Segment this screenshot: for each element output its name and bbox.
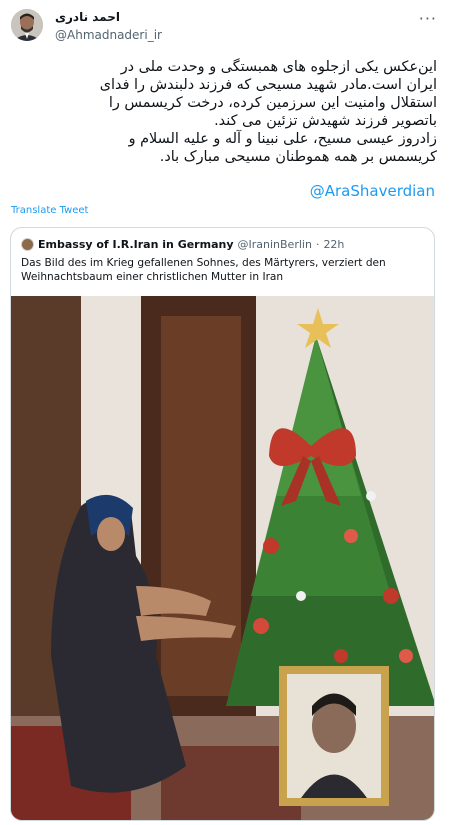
quoted-tweet[interactable]: Embassy of I.R.Iran in Germany @IraninBe… — [10, 227, 435, 821]
tweet-text-line: این‌عکس یکی ازجلوه های همبستگی و وحدت مل… — [120, 59, 437, 75]
more-dots-icon[interactable]: ··· — [419, 9, 437, 28]
quoted-tweet-text: Das Bild des im Krieg gefallenen Sohnes,… — [21, 257, 386, 283]
quoted-author-handle[interactable]: @IraninBerlin — [238, 238, 312, 251]
mention-link[interactable]: @AraShaverdian — [310, 182, 435, 200]
quoted-tweet-time[interactable]: 22h — [323, 238, 344, 251]
tweet-text-line: استقلال وامنیت این سرزمین کرده، درخت کری… — [108, 95, 437, 111]
author-name[interactable]: احمد نادری — [55, 10, 120, 24]
tweet-text-line: کریسمس بر همه هموطنان مسیحی مبارک باد. — [159, 149, 437, 165]
tweet-header: احمد نادری @Ahmadnaderi_ir ··· — [11, 9, 439, 45]
author-handle[interactable]: @Ahmadnaderi_ir — [55, 28, 162, 42]
quoted-author-name[interactable]: Embassy of I.R.Iran in Germany — [38, 238, 234, 251]
dot-separator: · — [315, 237, 320, 251]
quoted-tweet-photo[interactable] — [11, 296, 435, 821]
quoted-tweet-header: Embassy of I.R.Iran in Germany @IraninBe… — [21, 237, 344, 251]
translate-tweet-link[interactable]: Translate Tweet — [11, 205, 88, 216]
tweet-text-line: باتصویر فرزند شهیدش تزئین می کند. — [214, 113, 437, 129]
tweet-body: این‌عکس یکی ازجلوه های همبستگی و وحدت مل… — [12, 58, 437, 166]
quoted-author-avatar[interactable] — [21, 237, 34, 251]
tweet-text-line: زادروز عیسی مسیح، علی نبینا و آله و علیه… — [128, 131, 437, 147]
tweet-text-line: ایران است.مادر شهید مسیحی که فرزند دلبند… — [99, 77, 437, 93]
author-avatar[interactable] — [11, 9, 43, 41]
